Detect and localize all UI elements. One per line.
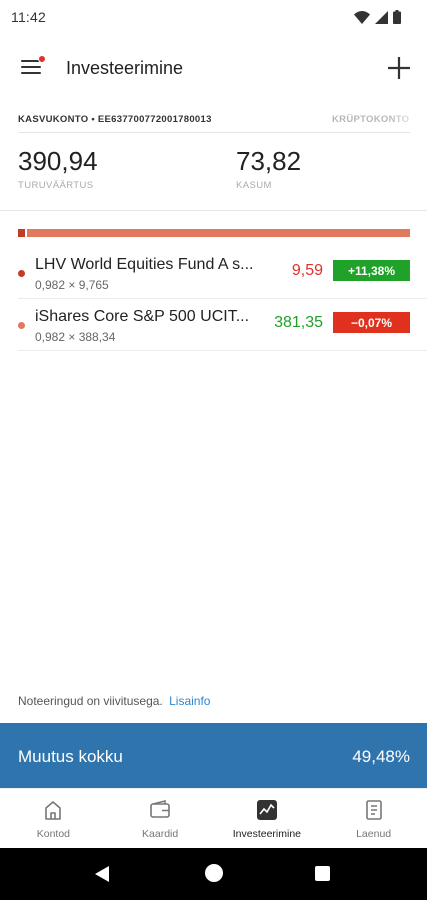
wallet-icon	[150, 799, 170, 818]
battery-icon	[393, 10, 401, 24]
page-title: Investeerimine	[66, 58, 184, 78]
home-circle-icon[interactable]	[205, 864, 223, 882]
holding-row[interactable]: LHV World Equities Fund A s... 0,982 × 9…	[0, 252, 427, 304]
divider	[18, 298, 427, 299]
back-icon[interactable]	[94, 865, 110, 883]
status-bar: 11:42	[0, 0, 427, 34]
profit-label: KASUM	[236, 180, 272, 191]
divider	[0, 210, 427, 211]
account-tabs: KASVUKONTO • EE637700772001780013 KRÜPTO…	[18, 112, 427, 128]
document-icon	[365, 800, 382, 820]
divider	[18, 132, 410, 133]
nav-label: Investeerimine	[232, 828, 302, 840]
home-icon	[45, 801, 62, 820]
nav-item-accounts[interactable]: Kontod	[0, 789, 107, 848]
change-badge: −0,07%	[333, 312, 410, 333]
total-change-label: Muutus kokku	[18, 747, 123, 766]
hamburger-line	[21, 66, 41, 68]
nav-label: Kaardid	[142, 828, 179, 840]
nav-label: Laenud	[356, 828, 392, 840]
holding-quantity: 0,982 × 9,765	[35, 278, 109, 292]
signal-icon	[375, 10, 388, 24]
holding-color-dot	[18, 322, 25, 329]
status-time: 11:42	[11, 9, 46, 25]
hamburger-line	[21, 72, 41, 74]
holding-name: iShares Core S&P 500 UCIT...	[35, 308, 250, 325]
bottom-nav: Kontod Kaardid Investeerimine Laenud	[0, 788, 427, 848]
delay-note: Noteeringud on viivitusega. Lisainfo	[18, 694, 210, 708]
holding-price: 381,35	[274, 314, 323, 331]
divider	[18, 350, 427, 351]
nav-item-investing[interactable]: Investeerimine	[214, 789, 321, 848]
market-value: 390,94	[18, 146, 98, 176]
allocation-bar	[18, 229, 410, 237]
total-change-value: 49,48%	[352, 747, 410, 766]
recent-apps-icon[interactable]	[315, 866, 330, 881]
holding-quantity: 0,982 × 388,34	[35, 330, 116, 344]
nav-label: Kontod	[36, 828, 71, 840]
nav-item-loans[interactable]: Laenud	[320, 789, 427, 848]
tabs-fade	[387, 112, 427, 128]
total-change-bar: Muutus kokku 49,48%	[0, 723, 427, 788]
system-nav-bar	[0, 848, 427, 900]
app-bar: Investeerimine	[0, 34, 427, 102]
more-info-link[interactable]: Lisainfo	[169, 694, 210, 708]
allocation-segment	[18, 229, 25, 237]
holding-color-dot	[18, 270, 25, 277]
status-icons	[354, 10, 401, 24]
chart-icon	[256, 800, 277, 820]
delay-note-text: Noteeringud on viivitusega.	[18, 694, 163, 708]
tab-growth-account[interactable]: KASVUKONTO • EE637700772001780013	[18, 114, 212, 125]
wifi-icon	[354, 10, 370, 24]
change-badge: +11,38%	[333, 260, 410, 281]
notification-dot	[38, 55, 46, 63]
allocation-segment	[27, 229, 410, 237]
market-value-label: TURUVÄÄRTUS	[18, 180, 94, 191]
profit-value: 73,82	[236, 146, 302, 176]
add-button[interactable]	[385, 54, 413, 82]
holding-row[interactable]: iShares Core S&P 500 UCIT... 0,982 × 388…	[0, 304, 427, 356]
nav-item-cards[interactable]: Kaardid	[107, 789, 214, 848]
menu-button[interactable]	[20, 55, 46, 80]
holding-name: LHV World Equities Fund A s...	[35, 256, 254, 273]
holding-price: 9,59	[291, 262, 323, 279]
